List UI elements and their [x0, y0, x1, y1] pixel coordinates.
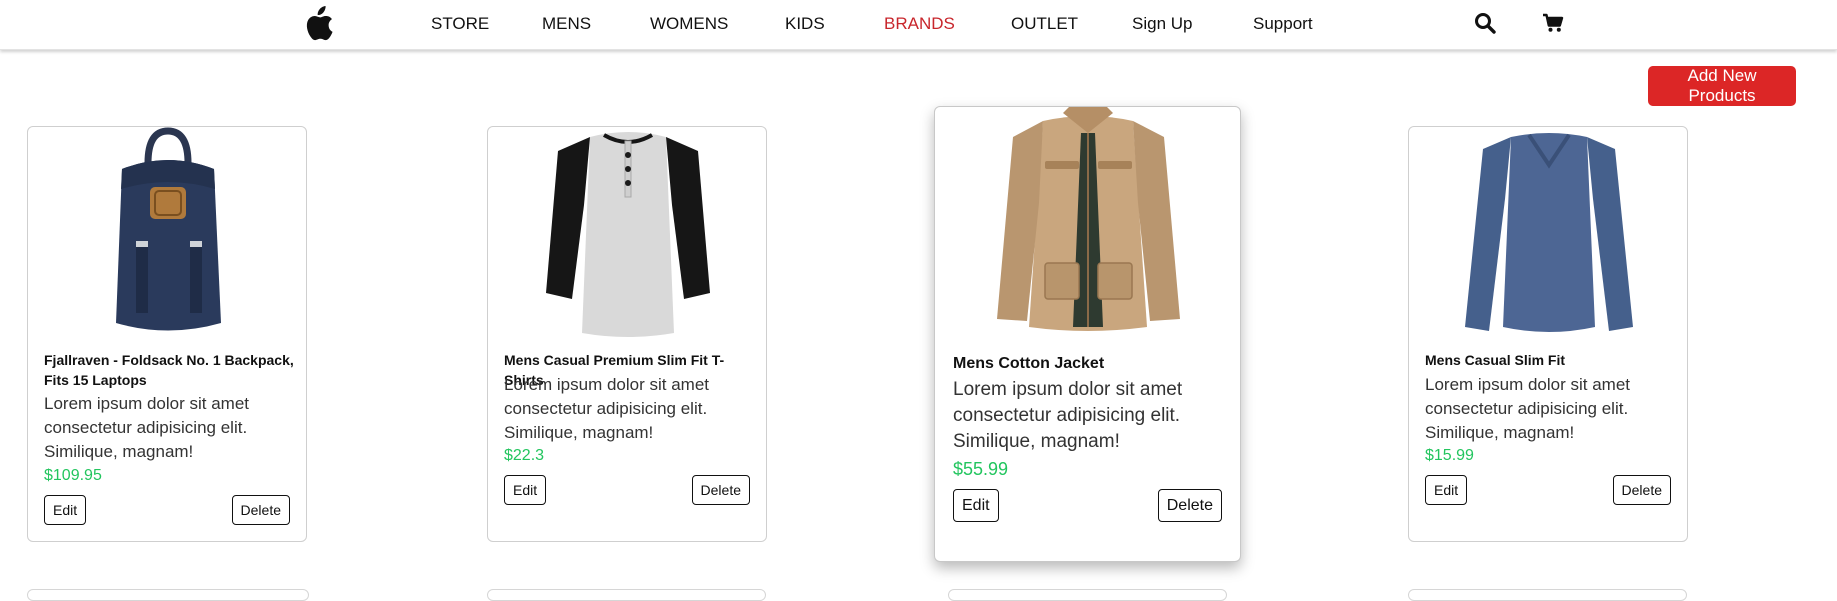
- edit-button[interactable]: Edit: [953, 489, 999, 522]
- product-price: $55.99: [953, 459, 1009, 479]
- product-card-cropped: [487, 589, 766, 601]
- product-image-longsleeve[interactable]: [1409, 127, 1689, 342]
- add-new-products-button[interactable]: Add New Products: [1648, 66, 1796, 106]
- delete-button[interactable]: Delete: [691, 475, 750, 505]
- product-description: Lorem ipsum dolor sit amet consectetur a…: [1425, 375, 1631, 442]
- nav-brands[interactable]: BRANDS: [884, 14, 955, 34]
- product-card: Mens Casual Slim Fit Lorem ipsum dolor s…: [1408, 126, 1688, 542]
- product-card-featured: Mens Cotton Jacket Lorem ipsum dolor sit…: [934, 106, 1241, 562]
- nav-store[interactable]: STORE: [431, 14, 489, 34]
- product-description: Lorem ipsum dolor sit amet consectetur a…: [44, 394, 250, 461]
- delete-button[interactable]: Delete: [231, 495, 290, 525]
- nav-support[interactable]: Support: [1253, 14, 1313, 34]
- product-card-cropped: [1408, 589, 1687, 601]
- product-card: Mens Casual Premium Slim Fit T-Shirts Lo…: [487, 126, 767, 542]
- product-image-backpack[interactable]: [28, 127, 308, 342]
- product-image-jacket[interactable]: [935, 107, 1242, 339]
- top-navbar: STORE MENS WOMENS KIDS BRANDS OUTLET Sig…: [0, 0, 1837, 50]
- product-title: Fjallraven - Foldsack No. 1 Backpack, Fi…: [44, 352, 294, 388]
- delete-button[interactable]: Delete: [1157, 489, 1222, 522]
- nav-womens[interactable]: WOMENS: [650, 14, 728, 34]
- product-description: Lorem ipsum dolor sit amet consectetur a…: [504, 375, 710, 442]
- search-icon[interactable]: [1474, 12, 1496, 34]
- nav-outlet[interactable]: OUTLET: [1011, 14, 1078, 34]
- apple-logo-icon[interactable]: [302, 6, 334, 42]
- product-card-cropped: [948, 589, 1227, 601]
- nav-sign-up[interactable]: Sign Up: [1132, 14, 1192, 34]
- product-description: Lorem ipsum dolor sit amet consectetur a…: [953, 379, 1183, 452]
- product-price: $109.95: [44, 467, 102, 484]
- nav-kids[interactable]: KIDS: [785, 14, 825, 34]
- product-image-tshirt[interactable]: [488, 127, 768, 342]
- product-price: $22.3: [504, 447, 545, 464]
- product-title: Mens Casual Slim Fit: [1425, 352, 1566, 368]
- nav-mens[interactable]: MENS: [542, 14, 591, 34]
- product-price: $15.99: [1425, 447, 1474, 464]
- delete-button[interactable]: Delete: [1612, 475, 1671, 505]
- edit-button[interactable]: Edit: [44, 495, 87, 525]
- edit-button[interactable]: Edit: [1425, 475, 1468, 505]
- product-title: Mens Cotton Jacket: [953, 355, 1105, 372]
- edit-button[interactable]: Edit: [504, 475, 547, 505]
- product-card-cropped: [27, 589, 309, 601]
- shopping-cart-icon[interactable]: [1542, 13, 1564, 33]
- product-card: Fjallraven - Foldsack No. 1 Backpack, Fi…: [27, 126, 307, 542]
